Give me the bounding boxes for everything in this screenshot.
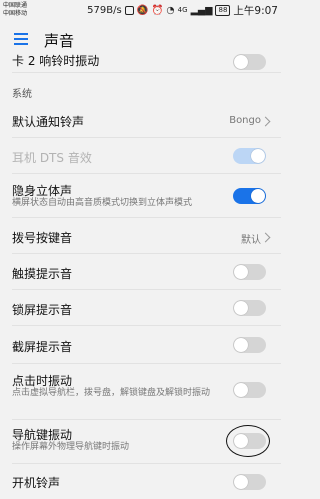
setting-subtitle: 操作屏幕外物理导航键时振动 — [12, 442, 130, 452]
card2-vibrate-toggle[interactable] — [233, 54, 266, 70]
alarm-icon: ⏰ — [151, 4, 164, 16]
signal-icon: ▂▄▆ — [190, 4, 213, 16]
carrier-2: 中国移动 — [3, 9, 28, 17]
mute-icon: 🔕 — [136, 4, 149, 16]
setting-row-headphone-dts[interactable]: 耳机 DTS 音效 — [0, 138, 281, 174]
setting-title: 默认通知铃声 — [12, 115, 85, 129]
chevron-right-icon — [260, 116, 271, 127]
setting-row-screenshot-sound[interactable]: 截屏提示音 — [0, 326, 281, 364]
setting-title: 耳机 DTS 音效 — [12, 151, 92, 165]
lock-screen-sound-toggle[interactable] — [233, 300, 266, 316]
network-speed: 579B/s — [87, 4, 122, 16]
setting-title: 锁屏提示音 — [12, 303, 73, 317]
stealth-stereo-toggle[interactable] — [233, 188, 266, 204]
setting-row-boot-ringtone[interactable]: 开机铃声 — [0, 464, 281, 499]
setting-row-tap-vibrate[interactable]: 点击时振动 点击虚拟导航栏，拨号盘，解锁键盘及解锁时振动 — [0, 364, 281, 420]
setting-title: 点击时振动 — [12, 374, 73, 388]
annotation-circle — [226, 425, 270, 457]
setting-row-dial-pad-tone[interactable]: 拨号按键音 默认 — [0, 218, 281, 254]
divider — [12, 72, 281, 73]
setting-row-touch-sound[interactable]: 触摸提示音 — [0, 254, 281, 290]
chevron-right-icon — [260, 232, 271, 243]
setting-row-lock-screen-sound[interactable]: 锁屏提示音 — [0, 290, 281, 326]
setting-value: 默认 — [241, 235, 261, 246]
tap-vibrate-toggle[interactable] — [233, 382, 266, 398]
wifi-icon: ◔ — [166, 4, 175, 16]
setting-title: 截屏提示音 — [12, 340, 73, 354]
setting-title: 隐身立体声 — [12, 184, 73, 198]
boot-ringtone-toggle[interactable] — [233, 474, 266, 490]
network-type: 4G — [177, 6, 188, 14]
setting-row-stealth-stereo[interactable]: 隐身立体声 横屏状态自动由高音质模式切换到立体声模式 — [0, 174, 281, 218]
headphone-dts-toggle[interactable] — [233, 148, 266, 164]
setting-title: 触摸提示音 — [12, 267, 73, 281]
status-bar: 中国联通 中国移动 579B/s 🔕 ⏰ ◔ 4G ▂▄▆ 88 上午9:07 — [0, 0, 281, 22]
setting-title: 拨号按键音 — [12, 231, 73, 245]
setting-subtitle: 横屏状态自动由高音质模式切换到立体声模式 — [12, 198, 193, 208]
notification-icon — [124, 5, 134, 15]
setting-title: 开机铃声 — [12, 476, 61, 490]
battery-icon: 88 — [215, 4, 231, 16]
screenshot-sound-toggle[interactable] — [233, 337, 266, 353]
section-header-system: 系统 — [12, 89, 32, 100]
setting-title: 卡 2 响铃时振动 — [12, 54, 100, 68]
setting-title: 导航键振动 — [12, 428, 73, 442]
setting-row-card2-vibrate[interactable]: 卡 2 响铃时振动 — [0, 48, 281, 73]
carrier-labels: 中国联通 中国移动 — [3, 2, 27, 17]
menu-icon[interactable] — [14, 33, 28, 45]
setting-value: Bongo — [229, 115, 261, 126]
setting-row-default-notification-tone[interactable]: 默认通知铃声 Bongo — [0, 102, 281, 138]
setting-subtitle: 点击虚拟导航栏，拨号盘，解锁键盘及解锁时振动 — [12, 388, 211, 398]
carrier-1: 中国联通 — [3, 2, 28, 9]
touch-sound-toggle[interactable] — [233, 264, 266, 280]
clock: 上午9:07 — [233, 4, 278, 17]
